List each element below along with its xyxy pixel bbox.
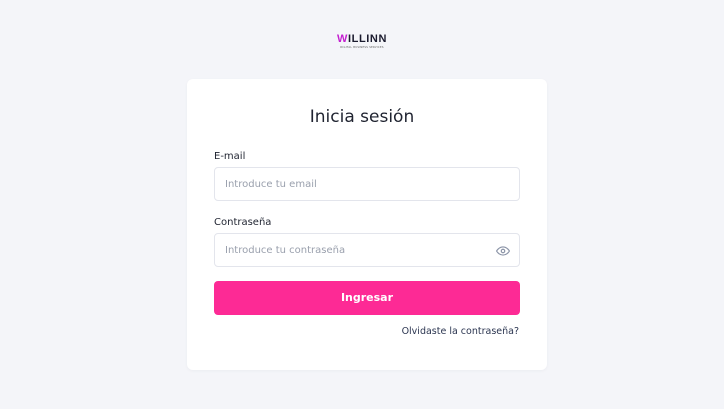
email-field[interactable] <box>215 168 519 200</box>
eye-icon[interactable] <box>495 243 511 259</box>
password-label: Contraseña <box>214 217 272 228</box>
password-field-wrapper <box>214 233 520 267</box>
brand-logo: WILLINN DIGITAL BUSINESS SERVICES <box>0 33 724 49</box>
email-label: E-mail <box>214 151 246 162</box>
email-field-wrapper <box>214 167 520 201</box>
logo-initial: W <box>336 33 348 45</box>
password-field[interactable] <box>215 234 519 266</box>
logo-wordmark: WILLINN <box>337 33 387 45</box>
logo-rest: ILLINN <box>347 33 388 45</box>
logo-tagline: DIGITAL BUSINESS SERVICES <box>340 46 384 49</box>
page-title: Inicia sesión <box>309 107 415 127</box>
login-submit-button[interactable]: Ingresar <box>214 281 520 315</box>
forgot-password-link[interactable]: Olvidaste la contraseña? <box>402 326 519 338</box>
